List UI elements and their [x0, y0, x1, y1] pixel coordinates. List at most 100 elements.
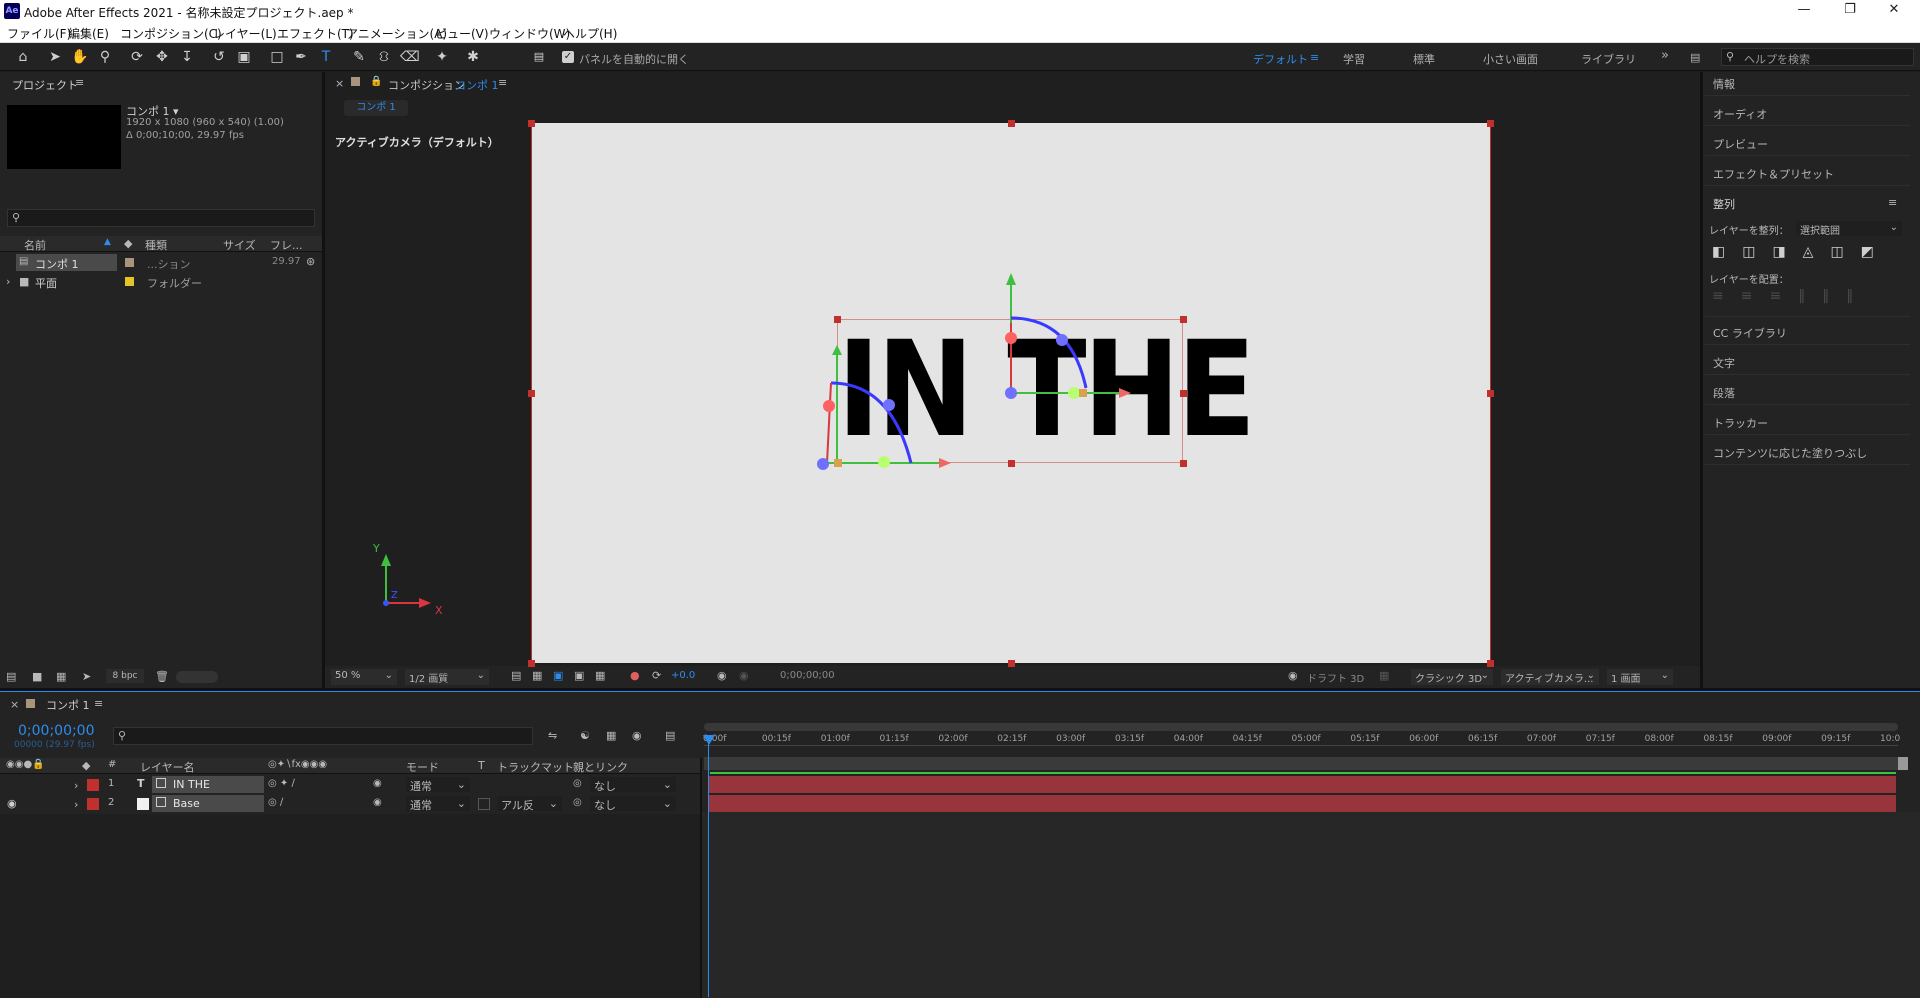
- column-name[interactable]: 名前: [24, 237, 46, 253]
- renderer-select[interactable]: クラシック 3D ⌄: [1411, 669, 1493, 685]
- workspace-menu-icon[interactable]: ≡: [1310, 51, 1319, 64]
- column-layer-name[interactable]: レイヤー名: [140, 759, 195, 775]
- timeline-tab[interactable]: コンポ 1: [46, 697, 90, 713]
- transparency-grid-icon[interactable]: ▦: [532, 669, 542, 682]
- pickwhip-icon[interactable]: ◎: [573, 778, 582, 789]
- panel-menu-icon[interactable]: ≡: [498, 76, 507, 89]
- shy-layers-icon[interactable]: ☯: [580, 729, 590, 742]
- comp-tab[interactable]: コンポ 1: [344, 100, 408, 116]
- panel-info[interactable]: 情報: [1713, 76, 1735, 92]
- layer-duration-bar[interactable]: [708, 776, 1896, 793]
- flowchart-icon[interactable]: ⊛: [306, 255, 315, 268]
- 3d-layer-icon[interactable]: ◉: [373, 778, 382, 789]
- rotation-tool-icon[interactable]: ↺: [210, 48, 228, 66]
- orbit-camera-icon[interactable]: ⟳: [128, 48, 146, 66]
- menu-help[interactable]: ヘルプ(H): [563, 25, 617, 42]
- playhead-handle[interactable]: [703, 735, 715, 745]
- parent-select[interactable]: なし ⌄: [590, 777, 676, 793]
- graph-editor-icon[interactable]: ▤: [665, 729, 675, 742]
- layer-label-swatch[interactable]: [87, 779, 99, 791]
- workspace-libraries[interactable]: ライブラリ: [1581, 51, 1636, 67]
- 3d-layer-icon[interactable]: ◉: [373, 797, 382, 808]
- align-buttons[interactable]: ◧◫◨◬◫◩: [1712, 244, 1891, 260]
- interpret-footage-icon[interactable]: ▤: [6, 670, 16, 683]
- layer-row[interactable]: ◉ › 2 Base ◎ ∕ ◉ 通常 ⌄ アル反 ⌄ ◎ なし ⌄: [0, 795, 700, 814]
- menu-effect[interactable]: エフェクト(T): [277, 25, 354, 42]
- zoom-tool-icon[interactable]: ⚲: [96, 48, 114, 66]
- close-icon[interactable]: ✕: [1884, 2, 1904, 17]
- menu-animation[interactable]: アニメーション(A): [346, 25, 447, 42]
- roto-brush-tool-icon[interactable]: ✦: [433, 48, 451, 66]
- layer-switches[interactable]: ◎ ∕: [268, 797, 283, 808]
- draft-3d-icon[interactable]: ◉: [1288, 669, 1298, 682]
- panel-align-title[interactable]: 整列: [1713, 196, 1735, 212]
- menu-view[interactable]: ビュー(V): [435, 25, 489, 42]
- draft-3d-label[interactable]: ドラフト 3D: [1307, 670, 1364, 685]
- brush-tool-icon[interactable]: ✎: [350, 48, 368, 66]
- blend-mode-select[interactable]: 通常 ⌄: [406, 796, 470, 812]
- new-folder-icon[interactable]: ■: [32, 670, 42, 683]
- view-layout-select[interactable]: 1 画面 ⌄: [1607, 669, 1673, 685]
- workspace-standard[interactable]: 標準: [1413, 51, 1435, 67]
- trash-icon[interactable]: 🗑: [155, 670, 169, 683]
- trackmatte-select[interactable]: アル反 ⌄: [497, 796, 562, 812]
- workspace-learn[interactable]: 学習: [1343, 51, 1365, 67]
- reset-exposure-icon[interactable]: ⟳: [652, 669, 661, 682]
- more-workspaces-icon[interactable]: »: [1661, 48, 1669, 63]
- current-timecode[interactable]: 0;00;00;00: [18, 723, 95, 739]
- panel-menu-icon[interactable]: ≡: [1888, 196, 1897, 209]
- panel-content-aware-fill[interactable]: コンテンツに応じた塗りつぶし: [1713, 445, 1867, 461]
- panel-tracker[interactable]: トラッカー: [1713, 415, 1768, 431]
- chevron-right-icon[interactable]: ›: [6, 275, 10, 288]
- search-panel-icon[interactable]: ▤: [1690, 51, 1700, 64]
- layer-handle[interactable]: [1008, 460, 1015, 467]
- column-type[interactable]: 種類: [145, 237, 167, 253]
- comp-mini-flowchart-icon[interactable]: ⇋: [548, 729, 557, 742]
- panel-menu-icon[interactable]: ≡: [75, 76, 84, 89]
- menu-layer[interactable]: レイヤー(L): [213, 25, 277, 42]
- pen-tool-icon[interactable]: ✒: [292, 48, 310, 66]
- layer-duration-bar[interactable]: [708, 795, 1896, 812]
- hand-tool-icon[interactable]: ✋: [71, 48, 89, 66]
- eraser-tool-icon[interactable]: ⌫: [400, 48, 420, 66]
- close-tab-icon[interactable]: ×: [335, 77, 344, 90]
- project-item-row[interactable]: › ■ 平面 フォルダー: [0, 273, 322, 291]
- clone-stamp-tool-icon[interactable]: ⛻: [375, 48, 393, 66]
- panel-menu-icon[interactable]: ≡: [94, 697, 103, 710]
- new-composition-icon[interactable]: ▦: [56, 670, 66, 683]
- layer-switches[interactable]: ◎ ✦ ∕: [268, 778, 295, 789]
- project-item-row[interactable]: ▤ コンポ 1 ...ション 29.97 ⊛: [0, 254, 322, 272]
- label-color-swatch[interactable]: [125, 277, 134, 286]
- align-to-select[interactable]: 選択範囲 ⌄: [1796, 221, 1902, 237]
- panel-character[interactable]: 文字: [1713, 355, 1735, 371]
- camera-view-select[interactable]: アクティブカメラ... ⌄: [1501, 669, 1599, 685]
- blend-mode-select[interactable]: 通常 ⌄: [406, 777, 470, 793]
- fast-previews-icon[interactable]: ▤: [511, 669, 521, 682]
- column-size[interactable]: サイズ: [223, 237, 256, 253]
- column-parent[interactable]: 親とリンク: [573, 759, 628, 775]
- grid-guides-icon[interactable]: ▦: [595, 669, 605, 682]
- pickwhip-icon[interactable]: ◎: [573, 797, 582, 808]
- exposure-value[interactable]: +0.0: [671, 670, 695, 681]
- restore-icon[interactable]: ❐: [1840, 2, 1860, 17]
- parent-select[interactable]: なし ⌄: [590, 796, 676, 812]
- menu-composition[interactable]: コンポジション(C): [120, 25, 222, 42]
- layer-name[interactable]: Base: [173, 797, 200, 810]
- work-area-bar[interactable]: [704, 723, 1898, 731]
- menu-edit[interactable]: 編集(E): [68, 25, 109, 42]
- bpc-button[interactable]: 8 bpc: [106, 669, 144, 683]
- playhead-line[interactable]: [708, 735, 709, 997]
- panel-cc-libraries[interactable]: CC ライブラリ: [1713, 325, 1787, 341]
- eye-visibility-icon[interactable]: ◉: [7, 797, 17, 810]
- column-trackmatte[interactable]: トラックマット: [497, 759, 574, 775]
- layer-handle[interactable]: [1180, 316, 1187, 323]
- panel-audio[interactable]: オーディオ: [1713, 106, 1767, 122]
- comp-panel-title-name[interactable]: コンポ 1: [455, 77, 499, 93]
- preserve-transparency-checkbox[interactable]: [478, 798, 490, 810]
- puppet-pin-tool-icon[interactable]: ✱: [464, 48, 482, 66]
- panel-paragraph[interactable]: 段落: [1713, 385, 1735, 401]
- render-queue-icon[interactable]: ➤: [82, 670, 91, 683]
- type-tool-icon[interactable]: T: [317, 48, 335, 66]
- layer-name[interactable]: IN THE: [173, 778, 210, 791]
- workspace-default[interactable]: デフォルト: [1253, 51, 1308, 67]
